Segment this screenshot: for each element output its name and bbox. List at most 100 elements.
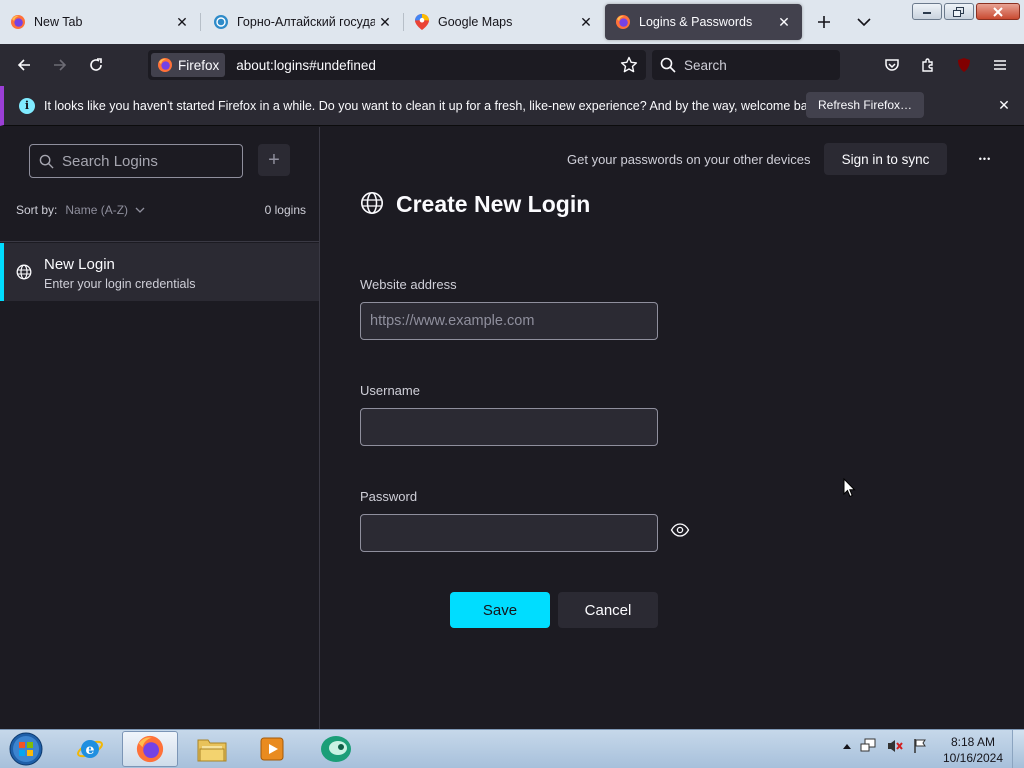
- search-bar[interactable]: Search: [652, 50, 840, 80]
- close-icon[interactable]: ✕: [774, 12, 794, 32]
- save-button[interactable]: Save: [450, 592, 550, 628]
- minimize-button[interactable]: [912, 3, 942, 20]
- back-button[interactable]: [10, 51, 38, 79]
- svg-text:e: e: [86, 742, 95, 758]
- globe-icon: [360, 191, 384, 218]
- start-button[interactable]: [0, 731, 52, 767]
- url-bar[interactable]: Firefox about:logins#undefined: [148, 50, 646, 80]
- list-item[interactable]: New Login Enter your login credentials: [0, 243, 319, 301]
- sort-label: Sort by:: [16, 203, 58, 217]
- forward-button[interactable]: [46, 51, 74, 79]
- password-field[interactable]: [360, 514, 658, 552]
- volume-muted-icon: [888, 740, 903, 752]
- tab-title: Logins & Passwords: [639, 15, 753, 29]
- chevron-down-icon: [857, 18, 871, 27]
- globe-icon: [16, 264, 32, 283]
- action-center-flag-icon: [914, 739, 926, 753]
- plus-icon: [818, 16, 830, 28]
- search-logins-input[interactable]: Search Logins: [29, 144, 243, 178]
- restore-icon: [953, 6, 964, 17]
- firefox-icon: [615, 14, 631, 30]
- sort-row: Sort by: Name (A-Z) 0 logins: [16, 203, 306, 217]
- tab-title: Горно-Алтайский государственный универси…: [237, 15, 375, 29]
- minimize-icon: [923, 11, 931, 14]
- window-controls: [912, 3, 1020, 20]
- tab-university[interactable]: Горно-Алтайский государственный универси…: [203, 4, 404, 40]
- extensions-button[interactable]: [914, 51, 942, 79]
- sort-select[interactable]: Name (A-Z): [65, 203, 145, 217]
- tab-separator: [200, 13, 201, 31]
- clock[interactable]: 8:18 AM 10/16/2024: [936, 734, 1010, 766]
- tab-new-tab[interactable]: New Tab ✕: [0, 4, 201, 40]
- navigation-toolbar: Firefox about:logins#undefined Search: [0, 44, 1024, 86]
- tab-title: New Tab: [34, 15, 83, 29]
- notification-bar: i It looks like you haven't started Fire…: [0, 86, 1024, 126]
- add-login-button[interactable]: +: [258, 144, 290, 176]
- taskbar-media-player[interactable]: [244, 731, 300, 767]
- close-icon[interactable]: ✕: [375, 12, 395, 32]
- search-placeholder: Search: [684, 57, 727, 73]
- reload-button[interactable]: [82, 51, 110, 79]
- username-field[interactable]: [360, 408, 658, 446]
- tab-google-maps[interactable]: Google Maps ✕: [404, 4, 604, 40]
- tab-title: Google Maps: [438, 15, 513, 29]
- identity-box[interactable]: Firefox: [151, 53, 226, 77]
- pocket-icon: [885, 59, 899, 71]
- restore-button[interactable]: [944, 3, 974, 20]
- more-options-button[interactable]: •••: [971, 145, 999, 173]
- forward-arrow-icon: [54, 59, 67, 71]
- divider: [0, 241, 319, 242]
- pocket-button[interactable]: [878, 51, 906, 79]
- reveal-password-icon[interactable]: [670, 523, 690, 540]
- app-menu-button[interactable]: [986, 51, 1014, 79]
- search-icon: [660, 57, 676, 73]
- refresh-firefox-button[interactable]: Refresh Firefox…: [806, 92, 925, 118]
- search-icon: [39, 154, 54, 169]
- show-desktop-button[interactable]: [1012, 730, 1024, 768]
- password-label: Password: [360, 489, 418, 504]
- sign-in-to-sync-button[interactable]: Sign in to sync: [824, 143, 947, 175]
- cancel-button[interactable]: Cancel: [558, 592, 658, 628]
- close-icon[interactable]: ✕: [576, 12, 596, 32]
- identity-label: Firefox: [178, 57, 220, 73]
- website-label: Website address: [360, 277, 457, 292]
- website-address-field[interactable]: [360, 302, 658, 340]
- folder-icon: [197, 739, 227, 762]
- close-icon[interactable]: ✕: [172, 12, 192, 32]
- login-item-title: New Login: [44, 256, 115, 273]
- mouse-cursor-icon: [843, 477, 856, 501]
- system-tray: [842, 738, 928, 754]
- maps-pin-icon: [414, 14, 430, 30]
- new-tab-button[interactable]: [810, 10, 838, 34]
- sort-value: Name (A-Z): [65, 203, 129, 217]
- network-icon: [860, 738, 876, 752]
- taskbar-file-explorer[interactable]: [184, 731, 240, 767]
- url-text[interactable]: about:logins#undefined: [236, 58, 376, 73]
- taskbar-internet-explorer[interactable]: e: [62, 731, 118, 767]
- logins-sidebar: Search Logins + Sort by: Name (A-Z) 0 lo…: [0, 127, 320, 729]
- notification-message: It looks like you haven't started Firefo…: [44, 98, 824, 113]
- chevron-up-icon: [843, 744, 851, 749]
- page-title-text: Create New Login: [396, 191, 591, 217]
- close-icon[interactable]: ✕: [994, 95, 1014, 115]
- reload-icon: [90, 58, 102, 71]
- taskbar-firefox[interactable]: [122, 731, 178, 767]
- close-icon: [993, 6, 1003, 17]
- taskbar-app[interactable]: [308, 731, 364, 767]
- window-close-button[interactable]: [976, 3, 1020, 20]
- firefox-icon: [10, 14, 26, 30]
- bookmark-star-icon[interactable]: [620, 56, 638, 77]
- firefox-icon: [136, 735, 164, 763]
- page-title: Create New Login: [360, 191, 590, 218]
- ublock-button[interactable]: [950, 51, 978, 79]
- tab-logins-passwords[interactable]: Logins & Passwords ✕: [605, 4, 802, 40]
- username-label: Username: [360, 383, 420, 398]
- chevron-down-icon: [135, 207, 145, 213]
- list-all-tabs-button[interactable]: [850, 10, 878, 34]
- back-arrow-icon: [17, 59, 30, 71]
- hamburger-menu-icon: [994, 60, 1006, 70]
- media-player-icon: [260, 737, 284, 761]
- login-editor: Get your passwords on your other devices…: [321, 127, 1024, 729]
- search-logins-placeholder: Search Logins: [62, 152, 158, 170]
- info-icon: i: [19, 97, 35, 114]
